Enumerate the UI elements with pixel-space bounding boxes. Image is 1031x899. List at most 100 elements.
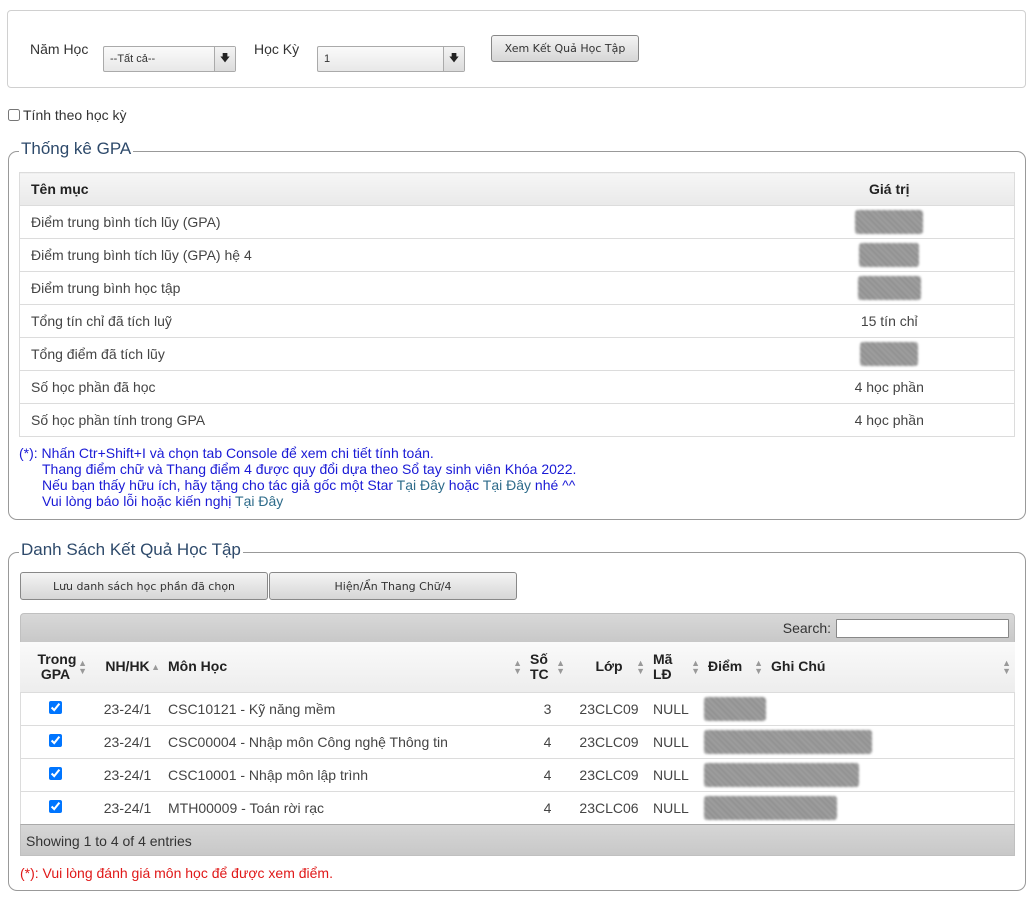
gpa-row: Tổng tín chỉ đã tích luỹ 15 tín chỉ <box>19 304 1015 338</box>
gpa-item-name: Tổng tín chỉ đã tích luỹ <box>19 304 765 338</box>
term-cell: 23-24/1 <box>91 724 164 758</box>
code-cell: NULL <box>649 757 704 791</box>
semester-select-value: 1 <box>324 53 331 65</box>
col-course[interactable]: Môn Học ▲ ▼ <box>164 642 526 693</box>
sort-icon: ▲ ▼ <box>636 658 645 676</box>
sort-asc-icon: ▲ <box>151 662 160 672</box>
gpa-item-name: Điểm trung bình học tập <box>19 271 765 305</box>
gpa-item-value: 15 tín chỉ <box>764 304 1015 338</box>
semester-toggle-label: Tính theo học kỳ <box>23 107 127 123</box>
class-cell: 23CLC09 <box>569 724 649 758</box>
note-line-3-mid: hoặc <box>444 477 483 493</box>
col-class[interactable]: Lớp ▲ ▼ <box>569 642 649 693</box>
dropdown-arrow-icon: 🡇 <box>214 47 235 71</box>
col-term[interactable]: NH/HK ▲ <box>91 642 164 693</box>
gpa-item-value <box>764 337 1015 371</box>
col-credits[interactable]: Số TC ▲ ▼ <box>526 642 569 693</box>
term-cell: 23-24/1 <box>91 691 164 725</box>
course-cell: MTH00009 - Toán rời rạc <box>164 790 526 824</box>
in-gpa-cell <box>20 724 91 758</box>
gpa-table: Tên mục Giá trị Điểm trung bình tích lũy… <box>19 172 1015 437</box>
semester-label: Học Kỳ <box>254 41 300 57</box>
redacted-grade <box>704 762 859 787</box>
note-star: (*) <box>19 445 34 461</box>
table-row: 23-24/1 MTH00009 - Toán rời rạc 4 23CLC06 NU… <box>20 790 1015 824</box>
course-cell: CSC10001 - Nhập môn lập trình <box>164 757 526 791</box>
semester-select[interactable]: 1 🡇 <box>317 46 465 72</box>
gpa-notes: (*): Nhấn Ctr+Shift+I và chọn tab Consol… <box>19 445 576 509</box>
view-results-button[interactable]: Xem Kết Quả Học Tập <box>491 35 639 62</box>
save-selection-button[interactable]: Lưu danh sách học phần đã chọn <box>20 572 268 600</box>
dropdown-arrow-icon: 🡇 <box>443 47 464 71</box>
grade-cell <box>704 790 1015 824</box>
term-cell: 23-24/1 <box>91 757 164 791</box>
note-line-4-pre: Vui lòng báo lỗi hoặc kiến nghị <box>42 493 236 509</box>
redacted-grade <box>704 729 872 754</box>
gpa-fieldset: Thống kê GPA Tên mục Giá trị Điểm trung … <box>8 139 1026 520</box>
redacted-value <box>859 243 920 267</box>
credits-cell: 3 <box>526 691 569 725</box>
in-gpa-checkbox[interactable] <box>49 733 62 747</box>
gpa-header-name: Tên mục <box>19 172 765 206</box>
code-cell: NULL <box>649 790 704 824</box>
in-gpa-cell <box>20 757 91 791</box>
in-gpa-checkbox[interactable] <box>49 799 62 813</box>
year-select[interactable]: --Tất cả-- 🡇 <box>103 46 236 72</box>
grade-cell <box>704 757 1015 791</box>
year-select-value: --Tất cả-- <box>110 53 156 65</box>
gpa-item-name: Số học phần đã học <box>19 370 765 404</box>
search-input[interactable] <box>836 619 1009 638</box>
course-cell: CSC00004 - Nhập môn Công nghệ Thông tin <box>164 724 526 758</box>
search-label: Search: <box>782 620 831 636</box>
results-fieldset: Danh Sách Kết Quả Học Tập Lưu danh sách … <box>8 540 1026 891</box>
term-cell: 23-24/1 <box>91 790 164 824</box>
gpa-row: Số học phần đã học 4 học phần <box>19 370 1015 404</box>
credits-cell: 4 <box>526 724 569 758</box>
gpa-row: Điểm trung bình học tập <box>19 271 1015 305</box>
redacted-grade <box>704 795 837 820</box>
col-grade[interactable]: Điểm ▲ ▼ <box>704 642 767 693</box>
sort-icon: ▲ ▼ <box>556 658 565 676</box>
sort-icon: ▲ ▼ <box>691 658 700 676</box>
col-in-gpa[interactable]: Trong GPA ▲ ▼ <box>20 642 91 693</box>
col-code[interactable]: Mã LĐ ▲ ▼ <box>649 642 704 693</box>
results-legend: Danh Sách Kết Quả Học Tập <box>19 540 243 560</box>
grade-warning-note: (*): Vui lòng đánh giá môn học để được x… <box>20 865 333 881</box>
gpa-header-value: Giá trị <box>764 172 1015 206</box>
gpa-row: Tổng điểm đã tích lũy <box>19 337 1015 371</box>
table-search-bar: Search: <box>20 613 1015 642</box>
gpa-item-name: Số học phần tính trong GPA <box>19 403 765 437</box>
grade-cell <box>704 724 1015 758</box>
grade-cell <box>704 691 1015 725</box>
note-line-3-post: nhé ^^ <box>531 477 576 493</box>
table-row: 23-24/1 CSC10001 - Nhập môn lập trình 4 23C… <box>20 757 1015 791</box>
year-label: Năm Học <box>30 41 89 57</box>
table-info: Showing 1 to 4 of 4 entries <box>20 824 1015 856</box>
star-link-2[interactable]: Tại Đây <box>483 477 531 493</box>
star-link-1[interactable]: Tại Đây <box>397 477 445 493</box>
semester-toggle[interactable]: Tính theo học kỳ <box>8 107 127 123</box>
class-cell: 23CLC09 <box>569 757 649 791</box>
gpa-row: Số học phần tính trong GPA 4 học phần <box>19 403 1015 437</box>
in-gpa-checkbox[interactable] <box>49 766 62 780</box>
gpa-row: Điểm trung bình tích lũy (GPA) <box>19 205 1015 239</box>
gpa-item-value: 4 học phần <box>764 403 1015 437</box>
credits-cell: 4 <box>526 757 569 791</box>
course-cell: CSC10121 - Kỹ năng mềm <box>164 691 526 725</box>
gpa-row: Điểm trung bình tích lũy (GPA) hệ 4 <box>19 238 1015 272</box>
semester-checkbox[interactable] <box>8 109 20 121</box>
redacted-value <box>860 342 919 366</box>
sort-icon: ▲ ▼ <box>754 658 763 676</box>
gpa-item-name: Điểm trung bình tích lũy (GPA) hệ 4 <box>19 238 765 272</box>
feedback-link[interactable]: Tại Đây <box>235 493 283 509</box>
toggle-grade-scale-button[interactable]: Hiện/Ẩn Thang Chữ/4 <box>269 572 517 600</box>
in-gpa-cell <box>20 790 91 824</box>
gpa-item-name: Tổng điểm đã tích lũy <box>19 337 765 371</box>
code-cell: NULL <box>649 691 704 725</box>
table-row: 23-24/1 CSC10121 - Kỹ năng mềm 3 23CLC09 NUL… <box>20 691 1015 725</box>
in-gpa-checkbox[interactable] <box>49 700 62 714</box>
col-note[interactable]: Ghi Chú ▲ ▼ <box>767 642 1015 693</box>
gpa-item-value: 4 học phần <box>764 370 1015 404</box>
class-cell: 23CLC09 <box>569 691 649 725</box>
sort-icon: ▲ ▼ <box>1002 658 1011 676</box>
